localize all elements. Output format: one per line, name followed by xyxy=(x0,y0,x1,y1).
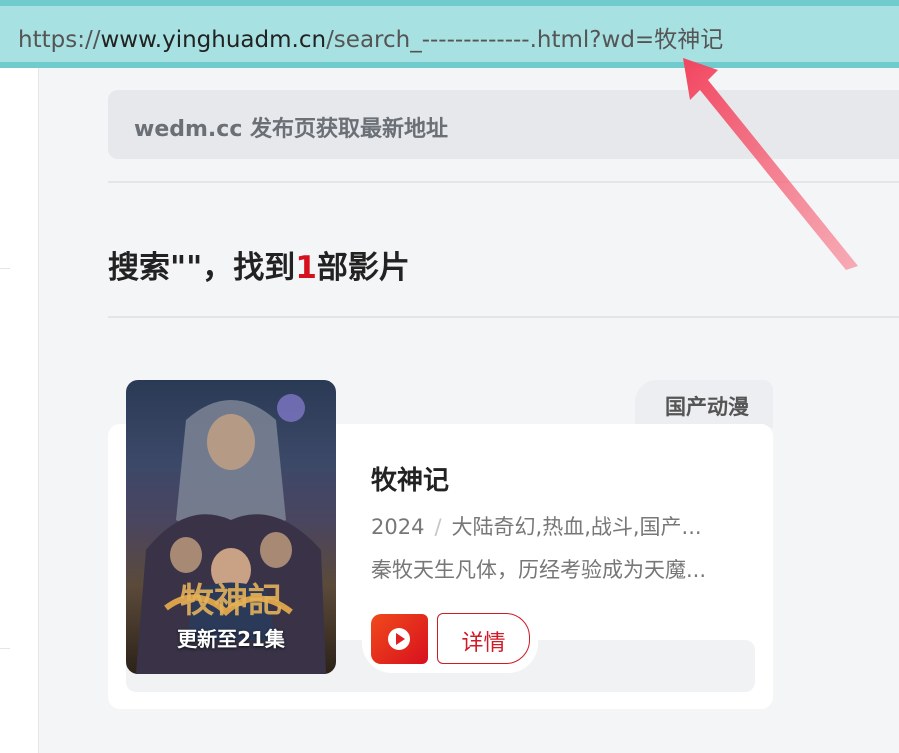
annotation-arrow xyxy=(683,58,858,270)
